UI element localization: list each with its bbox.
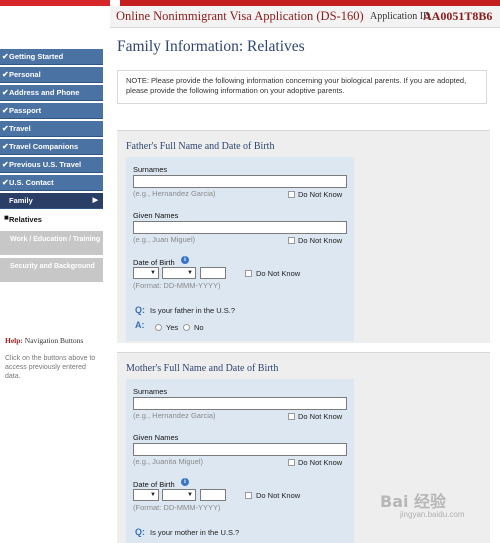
sidebar-subitem-label: Relatives [9, 215, 42, 224]
surnames-hint: (e.g., Hernandez Garcia) [133, 411, 216, 420]
given-names-hint: (e.g., Juanita Miguel) [133, 457, 204, 466]
question-marker: Q: [135, 305, 145, 315]
father-in-us-yes-radio[interactable] [155, 324, 162, 331]
sidebar-item-us-contact[interactable]: ✔ U.S. Contact [0, 175, 103, 191]
help-title: Help: Navigation Buttons [5, 336, 83, 345]
given-names-label: Given Names [133, 211, 179, 220]
do-not-know-label: Do Not Know [256, 491, 301, 500]
question-marker: Q: [135, 527, 145, 537]
mother-in-us-question: Is your mother in the U.S.? [150, 528, 240, 537]
father-given-names-do-not-know-checkbox[interactable] [288, 237, 295, 244]
application-id-label: Application ID [370, 11, 431, 22]
sidebar-item-label: Personal [9, 70, 41, 79]
sidebar-item-travel[interactable]: ✔ Travel [0, 121, 103, 137]
do-not-know-label: Do Not Know [298, 458, 343, 467]
father-in-us-no-radio[interactable] [183, 324, 190, 331]
mother-given-names-do-not-know-checkbox[interactable] [288, 459, 295, 466]
check-icon: ✔ [2, 70, 9, 79]
date-of-birth-label: Date of Birth [133, 480, 175, 489]
help-title-text: Navigation Buttons [24, 336, 84, 345]
given-names-hint: (e.g., Juan Miguel) [133, 235, 196, 244]
sidebar-item-label: Address and Phone [9, 88, 80, 97]
father-dob-month-select[interactable]: ▼ [162, 267, 196, 279]
dob-format-hint: (Format: DD-MMM-YYYY) [133, 503, 221, 512]
help-text: Click on the buttons above to access pre… [5, 355, 96, 380]
info-icon[interactable]: i [181, 256, 189, 264]
info-icon[interactable]: i [181, 478, 189, 486]
answer-marker: A: [135, 320, 145, 330]
bullet-icon: ■ [4, 213, 9, 222]
sidebar-item-passport[interactable]: ✔ Passport [0, 103, 103, 119]
app-title: Online Nonimmigrant Visa Application (DS… [116, 9, 364, 23]
father-surnames-input[interactable] [133, 175, 347, 188]
dob-format-hint: (Format: DD-MMM-YYYY) [133, 281, 221, 290]
section-title: Mother's Full Name and Date of Birth [126, 363, 279, 374]
sidebar-item-travel-companions[interactable]: ✔ Travel Companions [0, 139, 103, 155]
top-bar-segment [0, 0, 110, 6]
check-icon: ✔ [2, 142, 9, 151]
help-box: Help: Navigation Buttons Click on the bu… [0, 330, 108, 400]
watermark-url: jingyan.baidu.com [400, 510, 465, 519]
check-icon: ✔ [2, 88, 9, 97]
date-of-birth-label: Date of Birth [133, 258, 175, 267]
sidebar-item-work-education: Work / Education / Training [0, 231, 103, 255]
mother-surnames-do-not-know-checkbox[interactable] [288, 413, 295, 420]
sidebar-subitem-relatives[interactable]: ■ Relatives [4, 213, 42, 224]
father-dob-day-select[interactable]: ▼ [133, 267, 159, 279]
mother-given-names-input[interactable] [133, 443, 347, 456]
sidebar-item-label: Family [9, 196, 33, 205]
check-icon: ✔ [2, 178, 9, 187]
surnames-hint: (e.g., Hernandez Garcia) [133, 189, 216, 198]
father-section: Father's Full Name and Date of Birth Sur… [117, 130, 490, 343]
mother-dob-month-select[interactable]: ▼ [162, 489, 196, 501]
help-prefix: Help: [5, 336, 23, 345]
sidebar-item-address-phone[interactable]: ✔ Address and Phone [0, 85, 103, 101]
sidebar-nav: ✔ Getting Started ✔ Personal ✔ Address and … [0, 28, 110, 543]
sidebar-item-family[interactable]: Family ▶ [0, 193, 103, 209]
check-icon: ✔ [2, 106, 9, 115]
sidebar-item-label: Previous U.S. Travel [9, 160, 82, 169]
page-title: Family Information: Relatives [117, 38, 305, 55]
mother-dob-do-not-know-checkbox[interactable] [245, 492, 252, 499]
sidebar-item-getting-started[interactable]: ✔ Getting Started [0, 49, 103, 65]
father-panel: Surnames (e.g., Hernandez Garcia) Do Not… [126, 157, 354, 341]
do-not-know-label: Do Not Know [298, 412, 343, 421]
sidebar-item-label: U.S. Contact [9, 178, 54, 187]
sidebar-item-label: Passport [9, 106, 42, 115]
father-dob-do-not-know-checkbox[interactable] [245, 270, 252, 277]
sidebar-item-label: Getting Started [9, 52, 64, 61]
sidebar-item-security-background: Security and Background [0, 258, 103, 282]
do-not-know-label: Do Not Know [256, 269, 301, 278]
do-not-know-label: Do Not Know [298, 236, 343, 245]
father-dob-year-input[interactable] [200, 267, 226, 279]
section-title: Father's Full Name and Date of Birth [126, 141, 275, 152]
yes-label: Yes [166, 323, 179, 332]
application-id: AA0051T8B6 [423, 9, 493, 23]
mother-surnames-input[interactable] [133, 397, 347, 410]
check-icon: ✔ [2, 160, 9, 169]
father-given-names-input[interactable] [133, 221, 347, 234]
surnames-label: Surnames [133, 387, 168, 396]
father-in-us-question: Is your father in the U.S.? [150, 306, 236, 315]
sidebar-item-label: Security and Background [10, 263, 95, 270]
mother-dob-year-input[interactable] [200, 489, 226, 501]
sidebar-item-label: Travel [9, 124, 31, 133]
sidebar-item-label: Travel Companions [9, 142, 79, 151]
app-root: Online Nonimmigrant Visa Application (DS… [0, 0, 500, 543]
father-surnames-do-not-know-checkbox[interactable] [288, 191, 295, 198]
sidebar-item-label: Work / Education / Training [10, 236, 101, 243]
sidebar-item-previous-us-travel[interactable]: ✔ Previous U.S. Travel [0, 157, 103, 173]
mother-panel: Surnames (e.g., Hernandez Garcia) Do Not… [126, 379, 354, 543]
no-label: No [194, 323, 204, 332]
arrow-right-icon: ▶ [92, 197, 98, 204]
check-icon: ✔ [2, 52, 9, 61]
watermark-logo: Bai 经验 [380, 492, 447, 511]
given-names-label: Given Names [133, 433, 179, 442]
note-box: NOTE: Please provide the following infor… [117, 70, 487, 104]
check-icon: ✔ [2, 124, 9, 133]
surnames-label: Surnames [133, 165, 168, 174]
mother-dob-day-select[interactable]: ▼ [133, 489, 159, 501]
sidebar-item-personal[interactable]: ✔ Personal [0, 67, 103, 83]
do-not-know-label: Do Not Know [298, 190, 343, 199]
